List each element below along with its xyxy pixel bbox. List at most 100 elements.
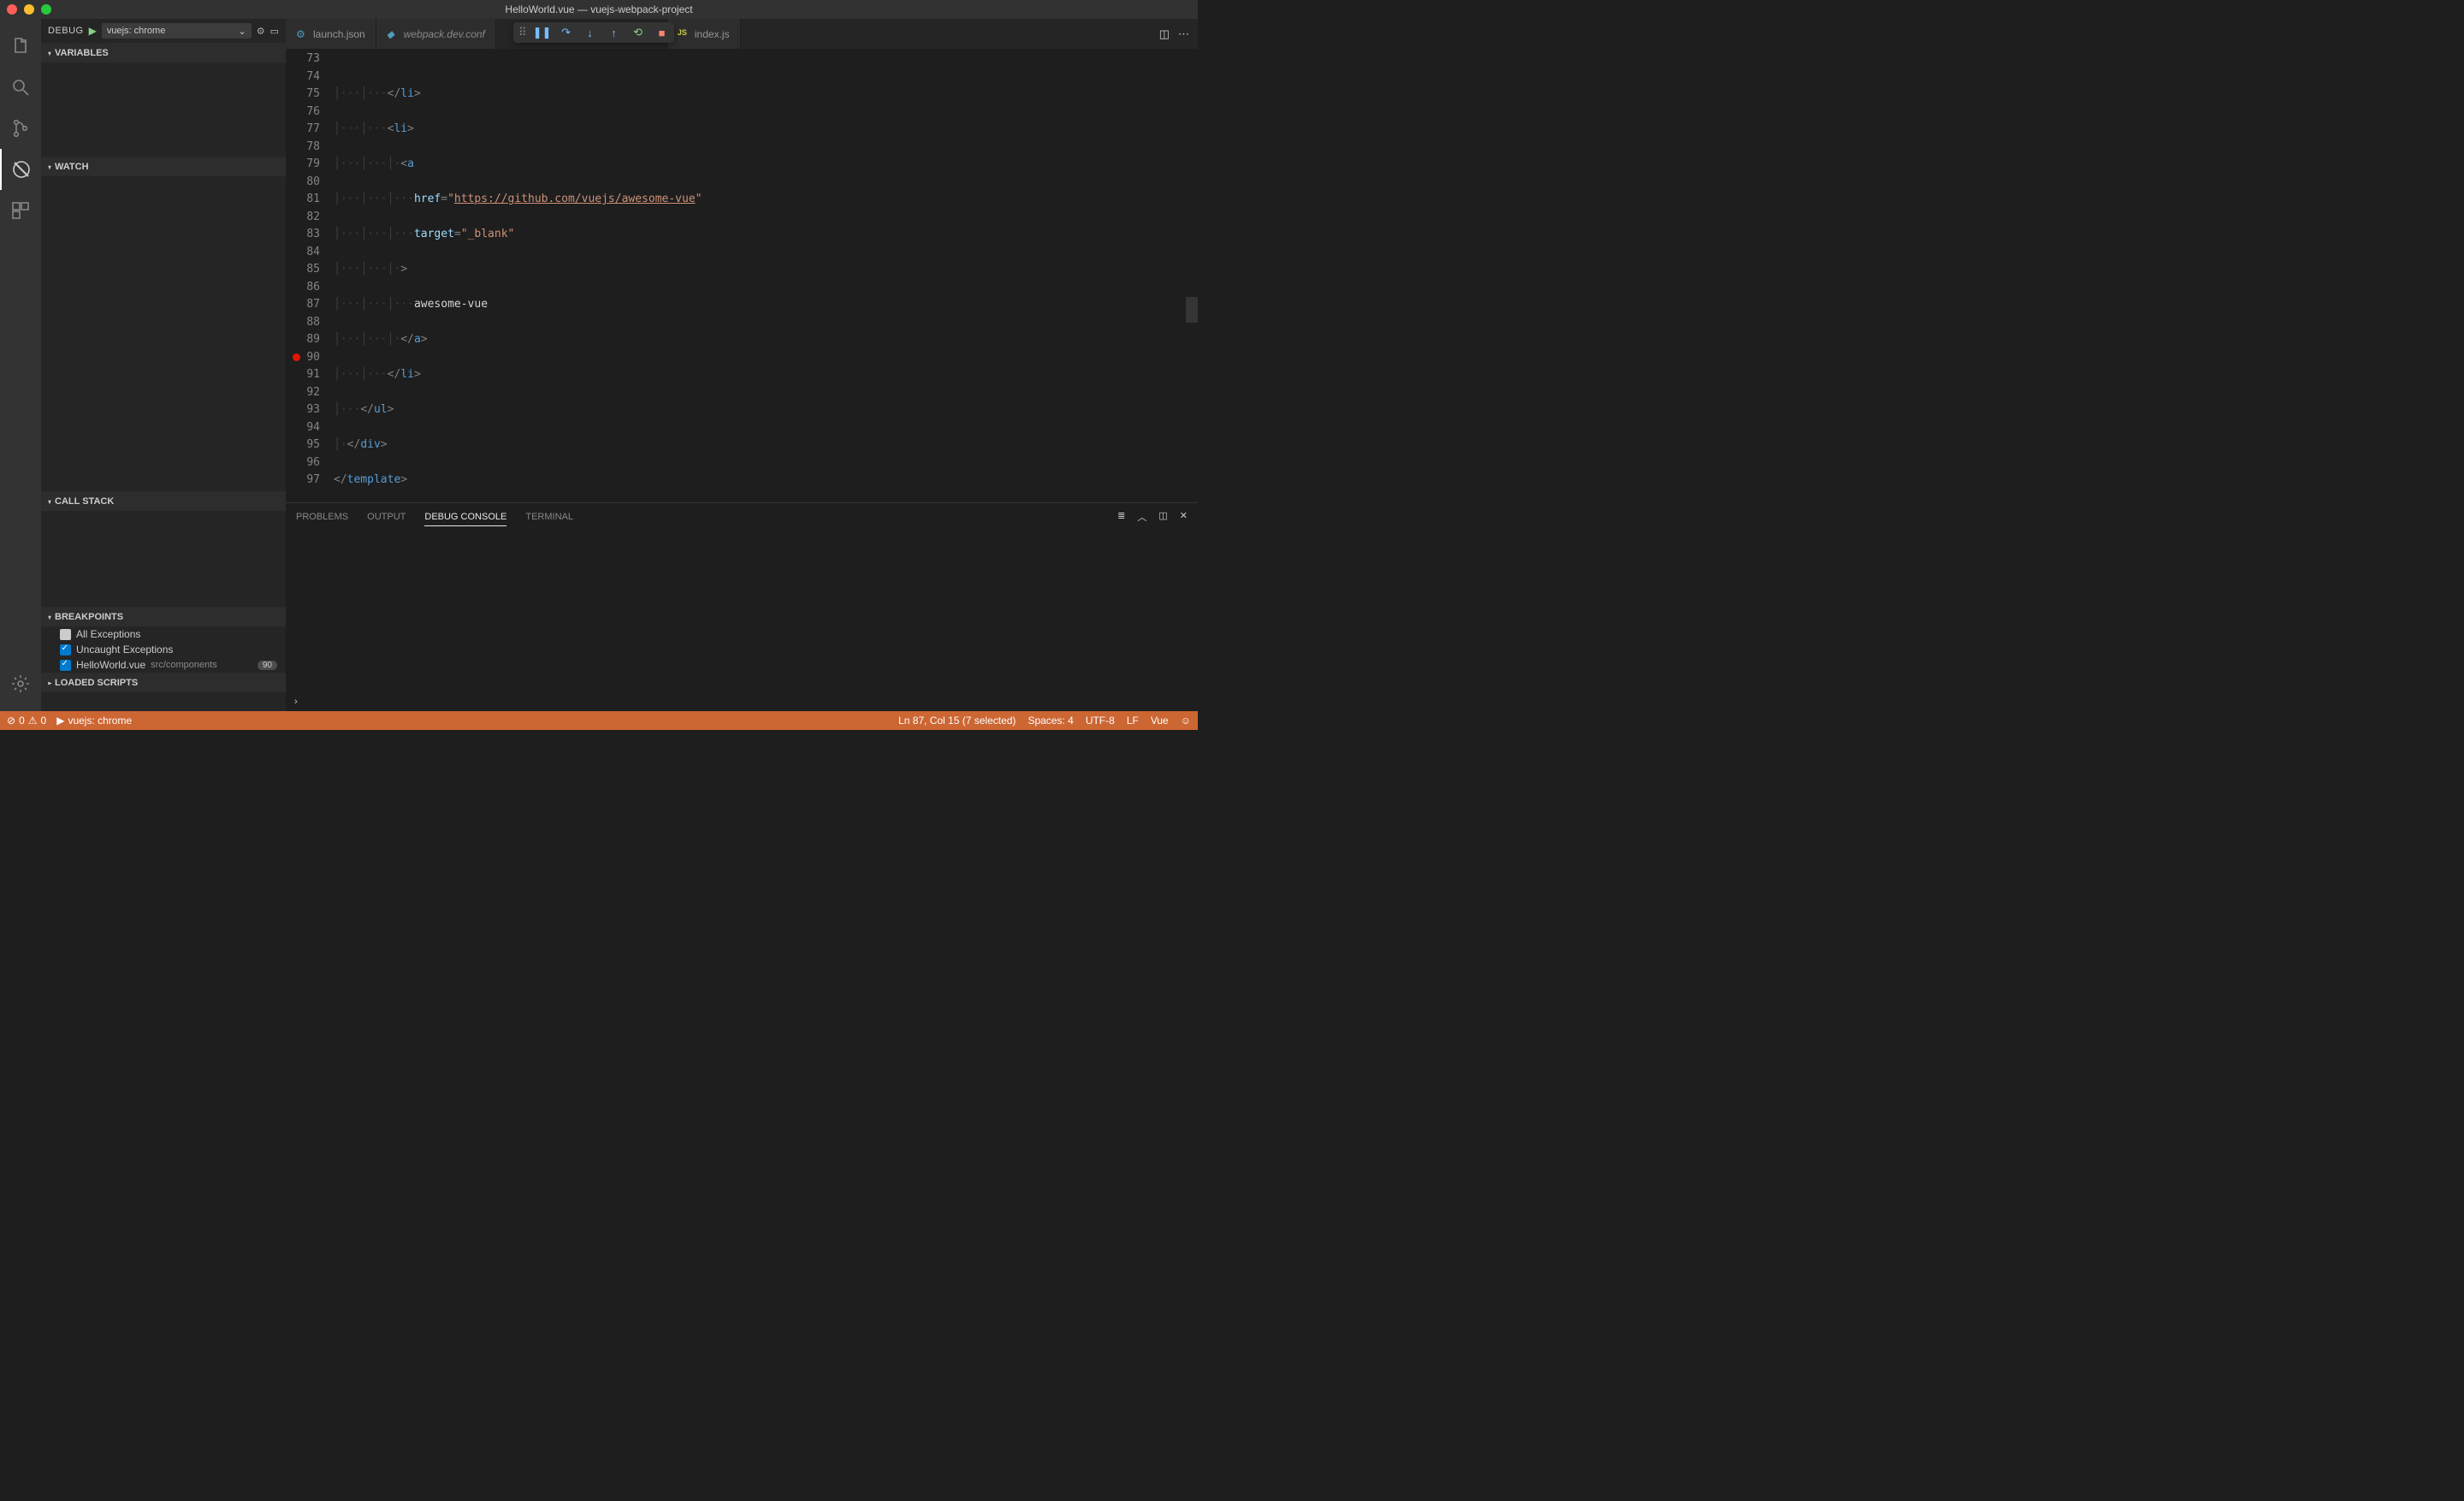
debug-config-name: vuejs: chrome: [107, 26, 165, 36]
panel-tab-problems[interactable]: PROBLEMS: [296, 508, 348, 525]
extensions-icon[interactable]: [0, 190, 41, 231]
breakpoints-title: BREAKPOINTS: [55, 612, 123, 622]
status-cursor[interactable]: Ln 87, Col 15 (7 selected): [898, 715, 1016, 727]
tab-launch-json[interactable]: ⚙ launch.json: [286, 19, 376, 49]
panel-actions: ≣ ︿ ◫ ✕: [1117, 510, 1188, 524]
breakpoint-label: Uncaught Exceptions: [76, 644, 173, 656]
status-language[interactable]: Vue: [1151, 715, 1169, 727]
panel-tab-debug-console[interactable]: DEBUG CONSOLE: [424, 508, 506, 526]
variables-title: VARIABLES: [55, 48, 109, 58]
step-into-icon[interactable]: ↓: [583, 26, 597, 39]
watch-section: ▾ WATCH: [41, 157, 286, 491]
breakpoint-line-badge: 90: [258, 661, 277, 670]
feedback-icon[interactable]: ☺: [1181, 715, 1191, 727]
js-file-icon: JS: [678, 28, 690, 40]
titlebar: HelloWorld.vue — vuejs-webpack-project: [0, 0, 1198, 19]
settings-icon[interactable]: [0, 663, 41, 704]
chevron-down-icon: ▾: [48, 50, 50, 57]
variables-section: ▾ VARIABLES: [41, 43, 286, 157]
breakpoint-label: All Exceptions: [76, 628, 140, 640]
editor-actions: ◫ ⋯: [1151, 19, 1198, 49]
panel-tab-terminal[interactable]: TERMINAL: [525, 508, 573, 525]
tab-label: launch.json: [313, 28, 365, 40]
pause-icon[interactable]: ❚❚: [536, 26, 549, 39]
debug-icon[interactable]: [0, 149, 41, 190]
breakpoint-all-exceptions[interactable]: All Exceptions: [41, 626, 286, 642]
debug-sidebar: DEBUG ▶ vuejs: chrome ⌄ ⚙ ▭ ▾ VARIABLES …: [41, 19, 286, 711]
minimize-window-button[interactable]: [24, 4, 34, 15]
bottom-panel: PROBLEMS OUTPUT DEBUG CONSOLE TERMINAL ≣…: [286, 502, 1198, 711]
step-over-icon[interactable]: ↷: [560, 26, 573, 39]
minimap[interactable]: [1186, 49, 1198, 502]
debug-console-body[interactable]: [286, 531, 1198, 692]
status-bar: ⊘0 ⚠0 ▶ vuejs: chrome Ln 87, Col 15 (7 s…: [0, 711, 1198, 730]
breakpoints-header[interactable]: ▾ BREAKPOINTS: [41, 608, 286, 626]
panel-tabs: PROBLEMS OUTPUT DEBUG CONSOLE TERMINAL ≣…: [286, 503, 1198, 531]
breakpoint-dot-icon: [293, 353, 300, 361]
drag-handle-icon[interactable]: ⠿: [518, 26, 525, 39]
debug-label: DEBUG: [48, 26, 84, 36]
checkbox-checked-icon[interactable]: [60, 660, 71, 671]
status-encoding[interactable]: UTF-8: [1086, 715, 1115, 727]
breakpoints-section: ▾ BREAKPOINTS All Exceptions Uncaught Ex…: [41, 607, 286, 673]
search-icon[interactable]: [0, 67, 41, 108]
source-control-icon[interactable]: [0, 108, 41, 149]
status-errors[interactable]: ⊘0 ⚠0: [7, 715, 46, 727]
configure-icon[interactable]: ⚙: [257, 26, 265, 37]
callstack-header[interactable]: ▾ CALL STACK: [41, 492, 286, 511]
tab-label: webpack.dev.conf: [404, 28, 485, 40]
tab-index-js[interactable]: JS index.js: [667, 19, 741, 49]
stop-icon[interactable]: ■: [655, 26, 669, 39]
start-debug-icon[interactable]: ▶: [89, 25, 97, 37]
debug-config-select[interactable]: vuejs: chrome ⌄: [102, 23, 252, 39]
chevron-right-icon: ▾: [46, 681, 54, 684]
status-indent[interactable]: Spaces: 4: [1028, 715, 1073, 727]
tab-label: index.js: [695, 28, 730, 40]
collapse-panel-icon[interactable]: ︿: [1137, 510, 1146, 524]
window-controls: [7, 4, 51, 15]
editor-tabs: ⚙ launch.json ◆ webpack.dev.conf JS inde…: [286, 19, 1198, 49]
breakpoints-body: All Exceptions Uncaught Exceptions Hello…: [41, 626, 286, 673]
callstack-section: ▾ CALL STACK: [41, 491, 286, 607]
restart-icon[interactable]: ⟲: [631, 26, 645, 39]
watch-header[interactable]: ▾ WATCH: [41, 157, 286, 176]
window-title: HelloWorld.vue — vuejs-webpack-project: [505, 3, 692, 15]
loaded-scripts-section: ▾ LOADED SCRIPTS: [41, 673, 286, 692]
debug-console-input: ›: [286, 692, 1198, 711]
close-panel-icon[interactable]: ✕: [1180, 510, 1188, 524]
more-actions-icon[interactable]: ⋯: [1178, 27, 1189, 41]
panel-tab-output[interactable]: OUTPUT: [367, 508, 406, 525]
prompt-icon: ›: [294, 697, 298, 707]
checkbox-unchecked-icon[interactable]: [60, 629, 71, 640]
checkbox-checked-icon[interactable]: [60, 644, 71, 656]
callstack-title: CALL STACK: [55, 496, 114, 507]
activity-bar: [0, 19, 41, 711]
vscode-file-icon: ⚙: [296, 28, 308, 40]
warning-icon: ⚠: [28, 715, 38, 727]
status-debug-target[interactable]: ▶ vuejs: chrome: [56, 715, 132, 727]
loaded-scripts-header[interactable]: ▾ LOADED SCRIPTS: [41, 673, 286, 692]
error-icon: ⊘: [7, 715, 15, 727]
play-icon: ▶: [56, 715, 64, 727]
chevron-down-icon: ▾: [48, 614, 50, 621]
clear-console-icon[interactable]: ≣: [1117, 510, 1125, 524]
breakpoint-file-name: HelloWorld.vue: [76, 659, 145, 671]
close-window-button[interactable]: [7, 4, 17, 15]
tab-webpack-conf[interactable]: ◆ webpack.dev.conf: [376, 19, 496, 49]
code-editor[interactable]: 7374757677787980818283848586878889 90 91…: [286, 49, 1198, 502]
status-eol[interactable]: LF: [1127, 715, 1139, 727]
maximize-window-button[interactable]: [41, 4, 51, 15]
debug-console-toggle-icon[interactable]: ▭: [270, 26, 279, 37]
split-editor-icon[interactable]: ◫: [1159, 27, 1170, 41]
minimap-thumb[interactable]: [1186, 297, 1198, 323]
vscode-window: HelloWorld.vue — vuejs-webpack-project: [0, 0, 1198, 730]
breakpoint-uncaught-exceptions[interactable]: Uncaught Exceptions: [41, 642, 286, 657]
step-out-icon[interactable]: ↑: [607, 26, 621, 39]
variables-header[interactable]: ▾ VARIABLES: [41, 44, 286, 62]
maximize-panel-icon[interactable]: ◫: [1158, 510, 1167, 524]
editor-area: ⚙ launch.json ◆ webpack.dev.conf JS inde…: [286, 19, 1198, 711]
code-content[interactable]: │···│···</li> │···│···<li> │···│···│·<a …: [334, 49, 1198, 502]
breakpoint-file[interactable]: HelloWorld.vue src/components 90: [41, 657, 286, 673]
loaded-scripts-title: LOADED SCRIPTS: [55, 678, 138, 688]
explorer-icon[interactable]: [0, 26, 41, 67]
